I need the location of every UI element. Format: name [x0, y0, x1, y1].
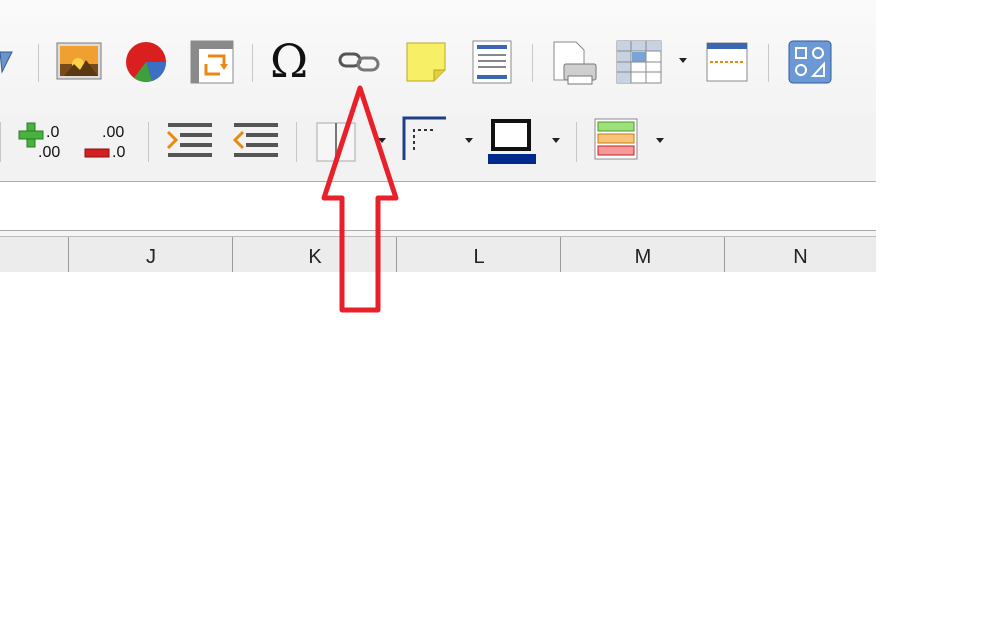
column-header-label: M	[634, 246, 652, 268]
increase-indent-icon[interactable]	[166, 122, 214, 158]
define-print-area-icon[interactable]	[706, 42, 748, 82]
column-header-label: L	[473, 246, 485, 268]
standard-toolbar: Ω	[0, 0, 876, 116]
freeze-rows-columns-icon[interactable]	[616, 40, 662, 84]
column-header-l[interactable]: L	[396, 237, 561, 272]
hyperlink-icon[interactable]	[336, 48, 384, 76]
conditional-formatting-icon[interactable]	[594, 118, 638, 160]
pivot-table-icon[interactable]	[190, 40, 234, 84]
column-header-k[interactable]: K	[232, 237, 397, 272]
add-decimal-top-text: .0	[46, 124, 60, 141]
column-header-m[interactable]: M	[560, 237, 725, 272]
special-character-icon[interactable]: Ω	[270, 36, 308, 86]
image-icon[interactable]	[56, 42, 102, 80]
background-color-dropdown-arrow[interactable]	[378, 138, 386, 143]
column-header-label: J	[146, 246, 156, 268]
conditional-formatting-dropdown-arrow[interactable]	[656, 138, 664, 143]
print-preview-icon[interactable]	[550, 40, 598, 86]
background-color-icon[interactable]	[316, 122, 362, 164]
column-header-n[interactable]: N	[724, 237, 876, 272]
borders-icon[interactable]	[402, 116, 450, 162]
formula-bar[interactable]	[0, 181, 876, 231]
toolbar-separator	[252, 44, 253, 82]
delete-decimal-top-text: .00	[102, 124, 125, 141]
spreadsheet-app: Ω .0 .00 .00 .0 J K L M N	[0, 0, 876, 272]
decrease-indent-icon[interactable]	[232, 122, 280, 158]
sidebar-icon[interactable]	[788, 40, 832, 84]
column-header-label: N	[793, 246, 808, 268]
column-header-j[interactable]: J	[68, 237, 233, 272]
add-decimal-bottom-text: .00	[38, 144, 61, 161]
freeze-dropdown-arrow[interactable]	[679, 58, 687, 63]
headers-footers-icon[interactable]	[472, 40, 512, 84]
add-decimal-button[interactable]: .0 .00	[18, 118, 68, 168]
column-header-label: K	[308, 246, 322, 268]
toolbar-separator	[148, 122, 149, 162]
borders-dropdown-arrow[interactable]	[465, 138, 473, 143]
column-header-partial[interactable]	[0, 237, 68, 272]
partial-icon[interactable]	[0, 44, 14, 78]
toolbar-separator	[38, 44, 39, 82]
delete-decimal-bottom-text: .0	[112, 144, 126, 161]
toolbar-separator	[296, 122, 297, 162]
toolbar-separator	[0, 122, 1, 162]
minus-icon	[84, 148, 110, 158]
border-color-dropdown-arrow[interactable]	[552, 138, 560, 143]
comment-icon[interactable]	[406, 42, 446, 82]
toolbar-separator	[576, 122, 577, 162]
border-color-icon[interactable]	[488, 118, 538, 166]
column-header-row: J K L M N	[0, 236, 876, 272]
toolbar-separator	[768, 44, 769, 82]
delete-decimal-button[interactable]: .00 .0	[82, 118, 134, 168]
chart-icon[interactable]	[124, 40, 168, 84]
formatting-toolbar: .0 .00 .00 .0	[0, 116, 876, 180]
toolbar-separator	[532, 44, 533, 82]
